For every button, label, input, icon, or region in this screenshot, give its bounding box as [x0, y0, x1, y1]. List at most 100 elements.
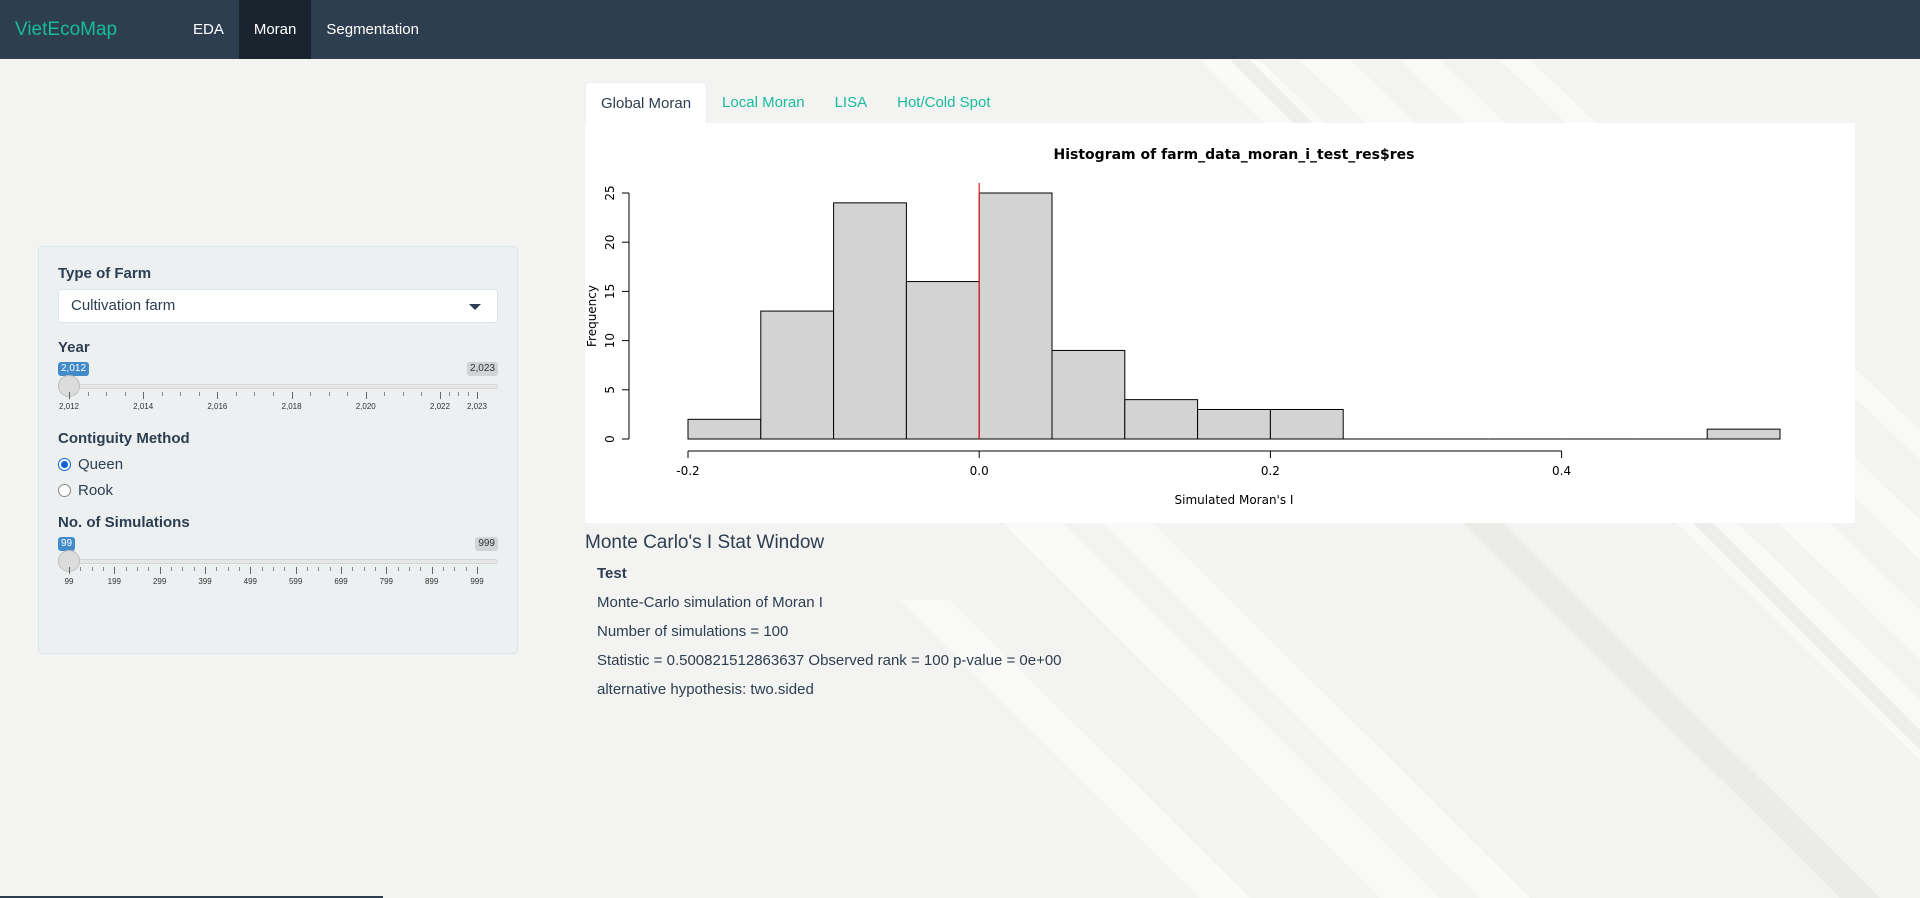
simulations-slider-tick-label: 699 [334, 577, 348, 586]
year-slider-minor-tick [402, 392, 404, 396]
simulations-slider-tick-mark [250, 567, 252, 574]
histogram-bar [1706, 428, 1781, 440]
simulations-slider-minor-tick [182, 567, 184, 571]
simulations-slider-minor-tick [91, 567, 93, 571]
year-slider-tick-label: 2,018 [281, 402, 302, 411]
simulations-slider-minor-tick [352, 567, 354, 571]
simulations-slider-track[interactable] [68, 559, 498, 564]
y-tick-label: 15 [603, 284, 617, 299]
year-slider-tick-label: 2,023 [466, 402, 488, 411]
simulations-slider[interactable]: 99 999 99 199 299 399 499 599 699 799 899 999 [58, 535, 498, 593]
simulations-slider-tick-mark [431, 567, 433, 574]
simulations-slider-minor-tick [307, 567, 308, 571]
year-slider-tick-label: 2,012 [58, 402, 80, 411]
year-label: Year [58, 339, 90, 356]
histogram-bar [978, 192, 1053, 440]
year-slider-minor-tick [198, 392, 200, 396]
year-slider-ticks: 2,012 2,014 2,016 2,018 2,020 2,022 2,023 [59, 392, 488, 416]
year-slider-minor-tick [87, 392, 89, 396]
radio-queen[interactable]: Queen [58, 454, 498, 474]
x-tick-label: 0.0 [970, 464, 989, 478]
simulations-slider-minor-tick [261, 567, 263, 571]
simulations-slider-tick: 299 [153, 567, 166, 586]
simulations-slider-tick: 799 [380, 567, 393, 586]
year-slider-tick-mark [143, 392, 145, 399]
simulations-slider-minor-tick [171, 567, 172, 571]
year-slider-tick-label: 2,020 [355, 402, 376, 411]
y-tick-label: 25 [603, 185, 617, 200]
simulations-slider-tick-label: 399 [198, 577, 212, 586]
year-slider-tick-label: 2,014 [133, 402, 154, 411]
simulations-slider-tick-mark [69, 567, 70, 574]
stat-line-method: Monte-Carlo simulation of Moran I [597, 594, 823, 611]
simulations-slider-tick-mark [341, 567, 342, 574]
stat-window-title: Monte Carlo's I Stat Window [585, 532, 825, 553]
simulations-slider-tick-label: 99 [64, 577, 74, 586]
simulations-slider-tick: 999 [470, 567, 484, 586]
year-slider-tick-label: 2,016 [207, 402, 228, 411]
simulations-slider-tick-label: 599 [288, 577, 303, 586]
simulations-slider-minor-tick [409, 567, 410, 571]
nav-item-eda[interactable]: EDA [178, 0, 239, 59]
chart-x-axis-label: Simulated Moran's I [1175, 493, 1294, 507]
simulations-slider-minor-tick [193, 567, 195, 571]
simulations-slider-tick-label: 199 [107, 577, 122, 586]
simulations-slider-tick-mark [386, 567, 388, 574]
simulations-slider-minor-tick [318, 567, 320, 571]
simulations-slider-tick-mark [114, 567, 116, 574]
simulations-slider-tick: 99 [65, 567, 73, 586]
nav-item-segmentation[interactable]: Segmentation [311, 0, 434, 59]
tab-global-moran[interactable]: Global Moran [585, 82, 708, 123]
year-slider-minor-tick [449, 392, 451, 396]
chart-title: Histogram of farm_data_moran_i_test_res$… [1054, 147, 1415, 163]
stat-line-simulations: Number of simulations = 100 [597, 623, 789, 640]
histogram-bar [833, 202, 907, 440]
year-slider-minor-tick [161, 392, 163, 396]
year-slider-tick-mark [477, 392, 478, 399]
farm-type-select[interactable]: Cultivation farm [58, 289, 498, 323]
year-slider-minor-tick [254, 392, 256, 396]
simulations-slider-tick-label: 999 [470, 577, 484, 586]
simulations-slider-minor-tick [420, 567, 422, 571]
year-slider[interactable]: 2,012 2,023 2,012 2,014 2,016 2,018 2,020 2,0… [58, 360, 498, 418]
nav-item-moran[interactable]: Moran [238, 0, 312, 59]
histogram-bar [1051, 349, 1126, 440]
radio-rook[interactable]: Rook [58, 480, 498, 500]
year-slider-tick: 2,018 [282, 392, 302, 411]
simulations-slider-minor-tick [454, 567, 456, 571]
simulations-label: No. of Simulations [58, 514, 190, 531]
radio-queen-input[interactable] [58, 457, 71, 471]
simulations-slider-tick-label: 799 [379, 577, 394, 586]
histogram-bar [760, 310, 835, 440]
simulations-slider-tick-mark [477, 567, 478, 574]
simulations-slider-minor-tick [227, 567, 229, 571]
contiguity-label: Contiguity Method [58, 430, 190, 447]
year-slider-track[interactable] [68, 384, 498, 389]
year-slider-tick-mark [69, 392, 70, 399]
simulations-slider-minor-tick [273, 567, 274, 571]
histogram-chart: Histogram of farm_data_moran_i_test_res$… [585, 147, 1781, 507]
simulations-slider-tick: 699 [334, 567, 348, 586]
chart-y-axis-label: Frequency [585, 285, 599, 347]
tab-local-moran[interactable]: Local Moran [707, 82, 820, 123]
year-slider-minor-tick [310, 392, 312, 396]
simulations-slider-minor-tick [239, 567, 240, 571]
simulations-slider-tick: 399 [198, 567, 212, 586]
year-slider-tick-mark [217, 392, 219, 399]
tab-hot-cold-spot[interactable]: Hot/Cold Spot [882, 82, 1005, 123]
year-slider-tick: 2,014 [133, 392, 153, 411]
simulations-slider-minor-tick [375, 567, 376, 571]
radio-rook-input[interactable] [58, 483, 71, 497]
brand-logo[interactable]: VietEcoMap [15, 19, 178, 41]
histogram-panel: Histogram of farm_data_moran_i_test_res$… [585, 123, 1855, 523]
tab-lisa[interactable]: LISA [820, 82, 883, 123]
year-slider-minor-tick [384, 392, 386, 396]
simulations-slider-minor-tick [125, 567, 127, 571]
simulations-slider-ticks: 99 199 299 399 499 599 699 799 899 999 [65, 567, 488, 591]
x-tick-label: 0.2 [1261, 464, 1280, 478]
simulations-slider-minor-tick [80, 567, 82, 571]
histogram-bar [1124, 399, 1199, 440]
navbar: VietEcoMap EDA Moran Segmentation [0, 0, 1920, 59]
x-tick-label: -0.2 [676, 464, 699, 478]
simulations-slider-tick-label: 499 [243, 577, 258, 586]
